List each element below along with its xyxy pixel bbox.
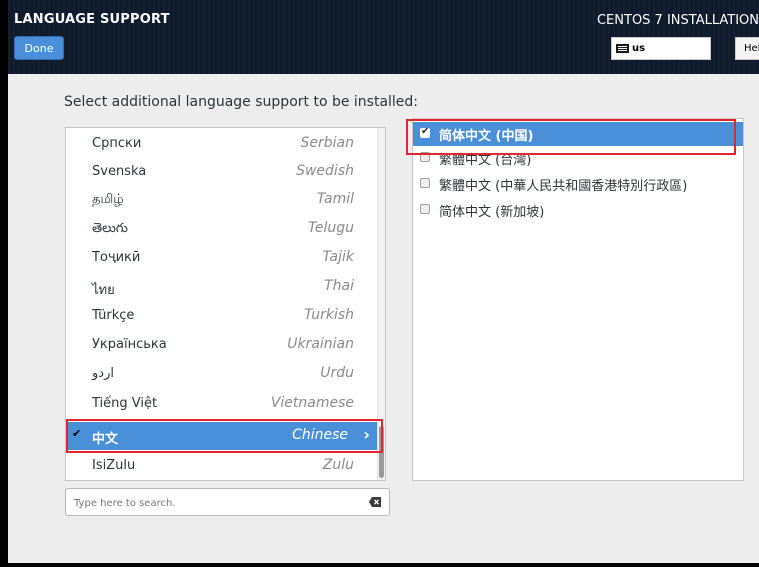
locale-label: 繁體中文 (中華人民共和國香港特別行政區) [439,179,688,194]
search-box [65,488,390,516]
language-row-zulu[interactable]: IsiZulu Zulu [66,452,377,480]
locale-row-zh-tw[interactable]: 繁體中文 (台灣) [413,146,743,170]
language-native-name: 中文 [92,432,119,447]
scrollbar-thumb[interactable] [379,426,384,478]
language-native-name: Türkçe [92,308,135,323]
language-row-turkish[interactable]: Türkçe Turkish [66,302,377,330]
language-native-name: Tiếng Việt [92,396,158,411]
language-row-ukrainian[interactable]: Українська Ukrainian [66,331,377,359]
language-row-vietnamese[interactable]: Tiếng Việt Vietnamese [66,390,377,418]
language-english-name: Tajik [322,249,354,265]
clear-search-icon[interactable] [369,497,381,507]
locale-list: ✔ 简体中文 (中国) 繁體中文 (台灣) 繁體中文 (中華人民共和國香港特別行… [412,118,744,481]
locale-checkbox-checked[interactable]: ✔ [420,126,430,138]
language-row-serbian[interactable]: Српски Serbian [66,130,377,158]
chevron-right-icon: › [363,425,370,444]
language-english-name: Urdu [320,365,354,381]
language-row-tamil[interactable]: தமிழ் Tamil [66,186,377,214]
keyboard-layout-label: us [632,43,646,54]
locale-checkbox[interactable] [420,178,430,188]
locale-label: 简体中文 (新加坡) [439,205,545,220]
language-row-urdu[interactable]: اردو Urdu [66,360,377,388]
product-title: CENTOS 7 INSTALLATION [596,13,759,28]
locale-row-zh-cn[interactable]: ✔ 简体中文 (中国) [413,122,743,146]
language-english-name: Tamil [316,191,354,207]
language-english-name: Telugu [308,220,354,236]
language-native-name: Українська [92,337,167,352]
help-button[interactable]: Help! [735,37,759,60]
installer-window: LANGUAGE SUPPORT Done CENTOS 7 INSTALLAT… [8,0,759,563]
locale-row-zh-hk[interactable]: 繁體中文 (中華人民共和國香港特別行政區) [413,172,743,196]
locale-checkbox[interactable] [420,204,430,214]
instruction-text: Select additional language support to be… [64,94,419,110]
keyboard-icon [616,44,629,53]
language-english-name: Turkish [304,307,354,323]
locale-label: 简体中文 (中国) [439,129,534,144]
language-row-swedish[interactable]: Svenska Swedish [66,158,377,186]
language-native-name: తెలుగు [92,221,128,236]
keyboard-layout-indicator[interactable]: us [611,37,711,60]
language-row-chinese[interactable]: ✔ 中文 Chinese › [66,422,377,450]
language-row-tajik[interactable]: Тоҷикӣ Tajik [66,244,377,272]
language-row-telugu[interactable]: తెలుగు Telugu [66,215,377,243]
locale-row-zh-sg[interactable]: 简体中文 (新加坡) [413,198,743,222]
language-native-name: IsiZulu [92,458,136,473]
language-native-name: Тоҷикӣ [92,250,141,265]
checkmark-icon: ✔ [421,126,430,137]
language-native-name: Српски [92,136,142,151]
locale-label: 繁體中文 (台灣) [439,153,532,168]
language-native-name: தமிழ் [92,192,124,207]
language-list: Српски Serbian Svenska Swedish தமிழ் Tam… [65,127,386,481]
search-input[interactable] [72,493,366,513]
checkmark-icon: ✔ [72,427,82,440]
language-english-name: Ukrainian [287,336,354,352]
language-english-name: Serbian [300,135,354,151]
language-native-name: اردو [92,366,114,381]
language-native-name: ไทย [92,283,115,298]
header-bar: LANGUAGE SUPPORT Done CENTOS 7 INSTALLAT… [8,0,759,74]
language-english-name: Vietnamese [270,395,354,411]
locale-checkbox[interactable] [420,152,430,162]
language-row-thai[interactable]: ไทย Thai [66,273,377,301]
page-title: LANGUAGE SUPPORT [14,12,170,27]
language-english-name: Zulu [322,457,354,473]
done-button[interactable]: Done [14,36,64,60]
language-english-name: Swedish [296,163,354,179]
language-english-name: Chinese [292,427,348,443]
language-english-name: Thai [324,278,354,294]
language-native-name: Svenska [92,164,147,179]
